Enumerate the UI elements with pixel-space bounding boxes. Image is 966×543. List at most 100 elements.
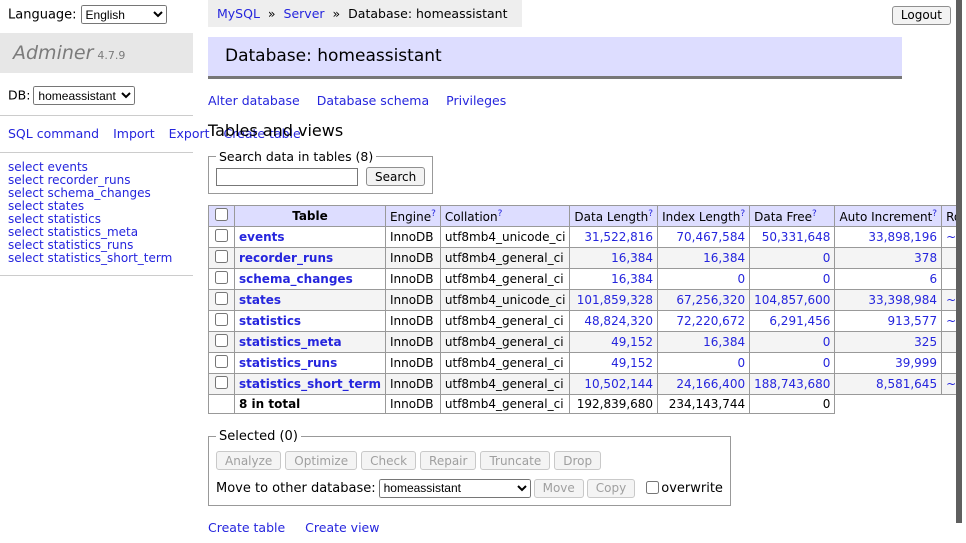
table-name-link[interactable]: statistics_runs xyxy=(239,356,337,370)
table-name-link[interactable]: states xyxy=(239,293,281,307)
engine-cell: InnoDB xyxy=(385,353,440,374)
table-name-link[interactable]: schema_changes xyxy=(239,272,353,286)
drop-button[interactable]: Drop xyxy=(554,451,601,470)
scrollbar-thumb[interactable] xyxy=(956,0,962,523)
index-length-value-link[interactable]: 0 xyxy=(737,356,745,370)
row-checkbox[interactable] xyxy=(215,292,228,305)
index-length-value-link[interactable]: 72,220,672 xyxy=(676,314,745,328)
table-name-link[interactable]: statistics_meta xyxy=(239,335,342,349)
sidebar-select-link[interactable]: select statistics xyxy=(8,212,101,226)
auto-increment-value-link[interactable]: 378 xyxy=(914,251,937,265)
move-label: Move to other database: xyxy=(216,481,376,496)
language-select[interactable]: English xyxy=(81,5,167,24)
move-button[interactable]: Move xyxy=(534,479,584,498)
row-checkbox[interactable] xyxy=(215,376,228,389)
database-schema-link[interactable]: Database schema xyxy=(317,93,429,108)
total-engine-cell: InnoDB xyxy=(385,395,440,414)
auto-increment-value-link[interactable]: 325 xyxy=(914,335,937,349)
data-free-value-link[interactable]: 104,857,600 xyxy=(754,293,830,307)
repair-button[interactable]: Repair xyxy=(420,451,476,470)
table-name-link[interactable]: statistics xyxy=(239,314,301,328)
row-checkbox[interactable] xyxy=(215,313,228,326)
scrollbar[interactable] xyxy=(956,0,966,543)
data-length-value-link[interactable]: 31,522,816 xyxy=(584,230,653,244)
create-table-link-main[interactable]: Create table xyxy=(208,520,285,535)
auto-increment-value-link[interactable]: 39,999 xyxy=(895,356,937,370)
truncate-button[interactable]: Truncate xyxy=(480,451,550,470)
help-question-link[interactable]: ? xyxy=(431,209,436,219)
search-input[interactable] xyxy=(216,168,358,186)
data-length-value-link[interactable]: 16,384 xyxy=(611,272,653,286)
export-link[interactable]: Export xyxy=(169,126,210,141)
data-free-value-link[interactable]: 0 xyxy=(823,335,831,349)
data-free-value-link[interactable]: 0 xyxy=(823,356,831,370)
sidebar-select-link[interactable]: select statistics_meta xyxy=(8,225,138,239)
sidebar-select-link[interactable]: select events xyxy=(8,160,88,174)
data-free-cell: 0 xyxy=(750,248,835,269)
data-length-value-link[interactable]: 49,152 xyxy=(611,335,653,349)
help-question-link[interactable]: ? xyxy=(740,209,745,219)
index-length-value-link[interactable]: 16,384 xyxy=(703,335,745,349)
move-db-select[interactable]: homeassistant xyxy=(379,479,531,498)
auto-increment-value-link[interactable]: 6 xyxy=(929,272,937,286)
total-blank-cell xyxy=(835,395,942,414)
help-question-link[interactable]: ? xyxy=(498,209,503,219)
search-fieldset: Search data in tables (8) Search xyxy=(208,149,433,194)
create-view-link[interactable]: Create view xyxy=(305,520,379,535)
data-free-value-link[interactable]: 6,291,456 xyxy=(769,314,830,328)
table-row: recorder_runsInnoDButf8mb4_general_ci16,… xyxy=(209,248,966,269)
row-checkbox[interactable] xyxy=(215,271,228,284)
data-free-value-link[interactable]: 0 xyxy=(823,272,831,286)
alter-database-link[interactable]: Alter database xyxy=(208,93,300,108)
index-length-value-link[interactable]: 67,256,320 xyxy=(676,293,745,307)
copy-button[interactable]: Copy xyxy=(587,479,635,498)
select-all-checkbox[interactable] xyxy=(215,208,228,221)
selected-legend: Selected (0) xyxy=(216,429,301,444)
analyze-button[interactable]: Analyze xyxy=(216,451,281,470)
breadcrumb-link-mysql[interactable]: MySQL xyxy=(217,6,260,21)
sidebar-select-link[interactable]: select statistics_runs xyxy=(8,238,133,252)
sidebar-select-link[interactable]: select schema_changes xyxy=(8,186,151,200)
check-button[interactable]: Check xyxy=(361,451,416,470)
data-length-value-link[interactable]: 10,502,144 xyxy=(584,377,653,391)
search-button[interactable]: Search xyxy=(366,167,425,186)
row-checkbox[interactable] xyxy=(215,250,228,263)
data-free-value-link[interactable]: 188,743,680 xyxy=(754,377,830,391)
import-link[interactable]: Import xyxy=(113,126,155,141)
data-length-value-link[interactable]: 16,384 xyxy=(611,251,653,265)
help-question-link[interactable]: ? xyxy=(932,209,937,219)
table-name-link[interactable]: recorder_runs xyxy=(239,251,333,265)
auto-increment-value-link[interactable]: 913,577 xyxy=(887,314,937,328)
row-checkbox[interactable] xyxy=(215,355,228,368)
db-select[interactable]: homeassistant xyxy=(33,86,135,105)
data-free-value-link[interactable]: 50,331,648 xyxy=(762,230,831,244)
overwrite-checkbox[interactable] xyxy=(646,481,659,494)
help-question-link[interactable]: ? xyxy=(648,209,653,219)
privileges-link[interactable]: Privileges xyxy=(446,93,506,108)
table-name-link[interactable]: statistics_short_term xyxy=(239,377,381,391)
help-question-link[interactable]: ? xyxy=(812,209,817,219)
row-checkbox[interactable] xyxy=(215,334,228,347)
auto-increment-value-link[interactable]: 8,581,645 xyxy=(876,377,937,391)
data-length-value-link[interactable]: 48,824,320 xyxy=(584,314,653,328)
data-free-value-link[interactable]: 0 xyxy=(823,251,831,265)
data-length-value-link[interactable]: 101,859,328 xyxy=(577,293,653,307)
table-name-link[interactable]: events xyxy=(239,230,285,244)
auto-increment-value-link[interactable]: 33,398,984 xyxy=(868,293,937,307)
sidebar-select-link[interactable]: select states xyxy=(8,199,84,213)
row-checkbox[interactable] xyxy=(215,229,228,242)
optimize-button[interactable]: Optimize xyxy=(285,451,357,470)
sql-command-link[interactable]: SQL command xyxy=(8,126,99,141)
app-name-link[interactable]: Adminer xyxy=(13,42,93,64)
breadcrumb-link-server[interactable]: Server xyxy=(284,6,325,21)
index-length-value-link[interactable]: 0 xyxy=(737,272,745,286)
search-legend: Search data in tables (8) xyxy=(216,149,376,164)
auto-increment-value-link[interactable]: 33,898,196 xyxy=(868,230,937,244)
index-length-value-link[interactable]: 16,384 xyxy=(703,251,745,265)
data-length-value-link[interactable]: 49,152 xyxy=(611,356,653,370)
index-length-value-link[interactable]: 24,166,400 xyxy=(676,377,745,391)
sidebar-select-link[interactable]: select statistics_short_term xyxy=(8,251,172,265)
sidebar-select-link[interactable]: select recorder_runs xyxy=(8,173,131,187)
index-length-value-link[interactable]: 70,467,584 xyxy=(676,230,745,244)
table-link-item: select statistics_short_term xyxy=(8,252,185,265)
